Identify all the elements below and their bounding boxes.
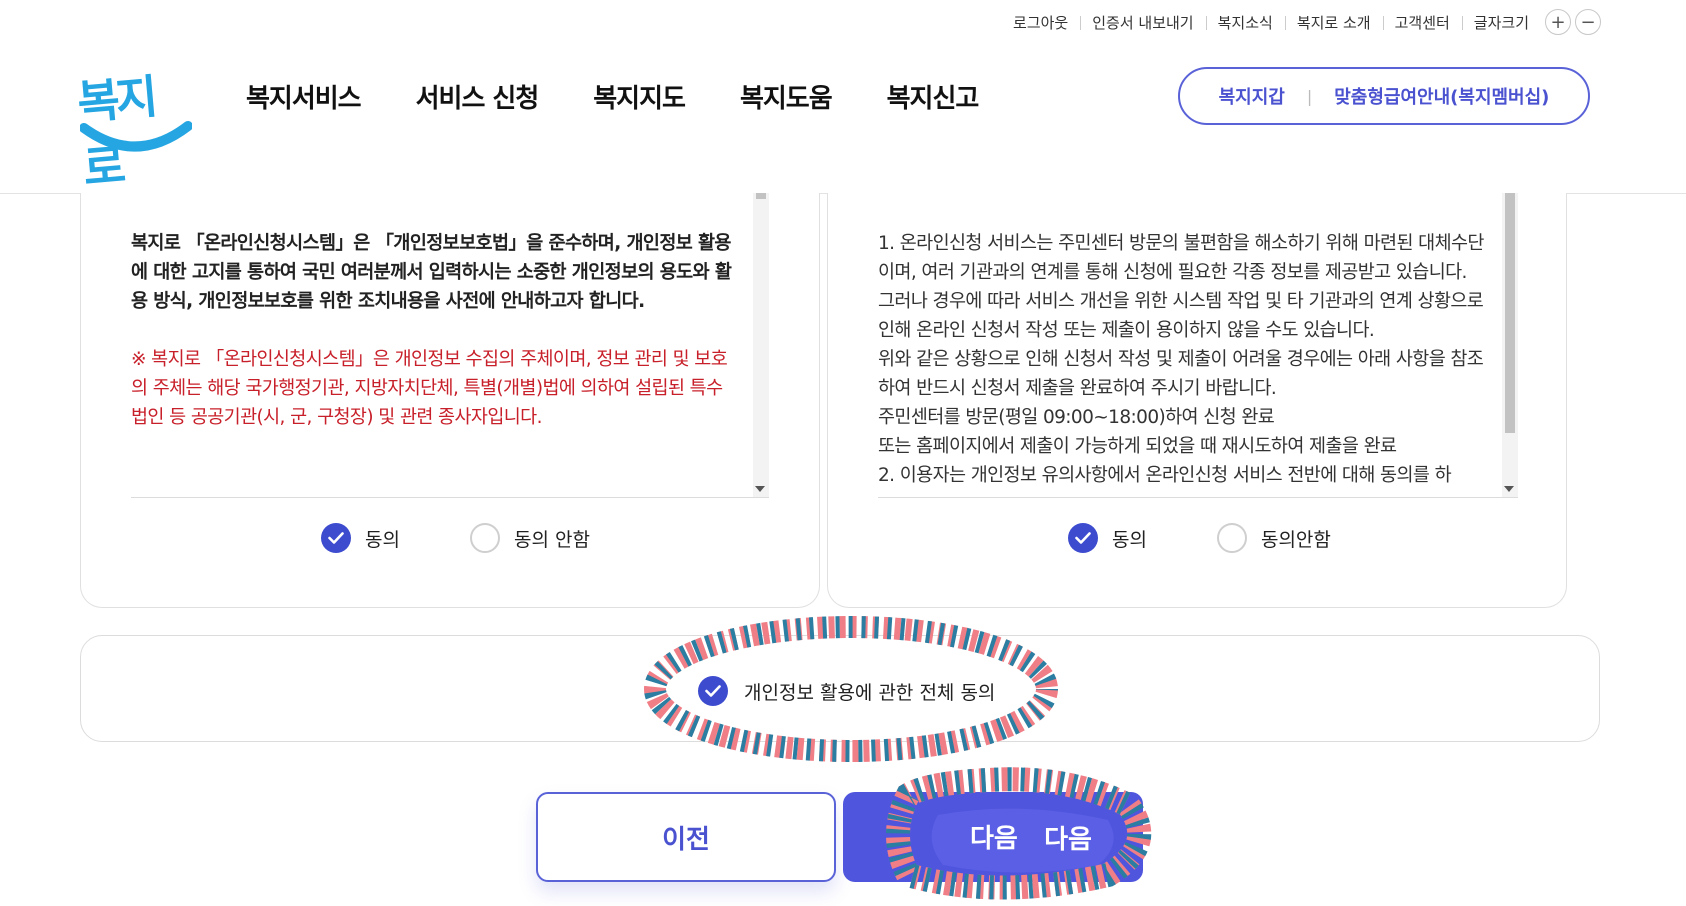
right-scroll-thumb[interactable] xyxy=(1505,193,1515,433)
left-scrollbar[interactable] xyxy=(753,193,769,497)
font-size-label: 글자크기 xyxy=(1461,12,1541,33)
customer-center-link[interactable]: 고객센터 xyxy=(1382,12,1462,33)
usage-line: 1. 온라인신청 서비스는 주민센터 방문의 불편함을 해소하기 위해 마련된 … xyxy=(878,233,1484,283)
main-navigation: 복지서비스 서비스 신청 복지지도 복지도움 복지신고 xyxy=(246,78,1033,115)
export-certificate-link[interactable]: 인증서 내보내기 xyxy=(1080,12,1205,33)
logo-smile-icon xyxy=(80,121,192,152)
right-radio-group: 동의 동의안함 xyxy=(1068,523,1401,553)
site-header: 로그아웃 인증서 내보내기 복지소식 복지로 소개 고객센터 글자크기 + − … xyxy=(0,0,1686,196)
privacy-text-box[interactable]: 복지로 「온라인신청시스템」은 「개인정보보호법」을 준수하며, 개인정보 활용… xyxy=(131,193,769,498)
usage-line: 주민센터를 방문(평일 09:00~18:00)하여 신청 완료 xyxy=(878,407,1275,428)
utility-bar: 로그아웃 인증서 내보내기 복지소식 복지로 소개 고객센터 글자크기 + − xyxy=(1001,8,1601,36)
right-agree-label: 동의 xyxy=(1112,528,1147,551)
scroll-down-icon[interactable] xyxy=(1504,486,1514,492)
usage-line: 그러나 경우에 따라 서비스 개선을 위한 시스템 작업 및 타 기관과의 연계… xyxy=(878,291,1484,341)
usage-notice-panel: 1. 온라인신청 서비스는 주민센터 방문의 불편함을 해소하기 위해 마련된 … xyxy=(827,193,1567,608)
all-agree-checkbox[interactable]: 개인정보 활용에 관한 전체 동의 xyxy=(698,676,995,706)
nav-welfare-report[interactable]: 복지신고 xyxy=(887,78,980,115)
next-label-overlay: 다음 xyxy=(970,824,1018,854)
previous-button[interactable]: 이전 xyxy=(536,792,836,882)
checked-icon xyxy=(1068,523,1098,553)
nav-service-apply[interactable]: 서비스 신청 xyxy=(416,78,540,115)
left-radio-group: 동의 동의 안함 xyxy=(321,523,660,553)
left-disagree-radio[interactable]: 동의 안함 xyxy=(469,523,590,553)
right-agree-radio[interactable]: 동의 xyxy=(1068,523,1147,553)
font-decrease-button[interactable]: − xyxy=(1575,9,1601,35)
unchecked-icon xyxy=(1216,523,1247,553)
membership-link[interactable]: 맞춤형급여안내(복지멤버십) xyxy=(1334,83,1549,109)
left-scroll-thumb[interactable] xyxy=(756,193,766,199)
usage-line: 위와 같은 상황으로 인해 신청서 작성 및 제출이 어려울 경우에는 아래 사… xyxy=(878,349,1484,399)
welfare-wallet-link[interactable]: 복지지갑 xyxy=(1219,83,1285,109)
privacy-intro-text: 복지로 「온라인신청시스템」은 「개인정보보호법」을 준수하며, 개인정보 활용… xyxy=(131,233,732,312)
right-disagree-label: 동의안함 xyxy=(1260,528,1331,551)
quick-links-pill: 복지지갑 | 맞춤형급여안내(복지멤버십) xyxy=(1178,67,1590,125)
font-increase-button[interactable]: + xyxy=(1545,9,1571,35)
usage-line: 또는 홈페이지에서 제출이 가능하게 되었을 때 재시도하여 제출을 완료 xyxy=(878,436,1397,457)
checked-icon xyxy=(698,676,728,706)
nav-welfare-service[interactable]: 복지서비스 xyxy=(246,78,362,115)
unchecked-icon xyxy=(469,523,500,553)
all-agree-label: 개인정보 활용에 관한 전체 동의 xyxy=(744,681,996,704)
pill-separator: | xyxy=(1306,86,1313,106)
right-disagree-radio[interactable]: 동의안함 xyxy=(1216,523,1331,553)
usage-text-box[interactable]: 1. 온라인신청 서비스는 주민센터 방문의 불편함을 해소하기 위해 마련된 … xyxy=(878,193,1518,498)
nav-welfare-help[interactable]: 복지도움 xyxy=(740,78,833,115)
checked-icon xyxy=(321,523,351,553)
left-agree-label: 동의 xyxy=(365,528,400,551)
welfare-news-link[interactable]: 복지소식 xyxy=(1205,12,1285,33)
left-disagree-label: 동의 안함 xyxy=(513,528,590,551)
nav-welfare-map[interactable]: 복지지도 xyxy=(593,78,686,115)
left-agree-radio[interactable]: 동의 xyxy=(321,523,400,553)
scroll-down-icon[interactable] xyxy=(755,486,765,492)
next-label: 다음 xyxy=(1044,824,1092,855)
logout-link[interactable]: 로그아웃 xyxy=(1001,12,1080,33)
privacy-notice-text: ※ 복지로 「온라인신청시스템」은 개인정보 수집의 주체이며, 정보 관리 및… xyxy=(131,349,728,428)
usage-line: 2. 이용자는 개인정보 유의사항에서 온라인신청 서비스 전반에 대해 동의를… xyxy=(878,465,1452,486)
all-agree-box: 개인정보 활용에 관한 전체 동의 xyxy=(80,616,1600,762)
bokjiro-logo[interactable]: 복지로 xyxy=(75,62,192,196)
about-link[interactable]: 복지로 소개 xyxy=(1284,12,1383,33)
privacy-consent-panel: 복지로 「온라인신청시스템」은 「개인정보보호법」을 준수하며, 개인정보 활용… xyxy=(80,193,820,608)
right-scrollbar[interactable] xyxy=(1502,193,1518,497)
